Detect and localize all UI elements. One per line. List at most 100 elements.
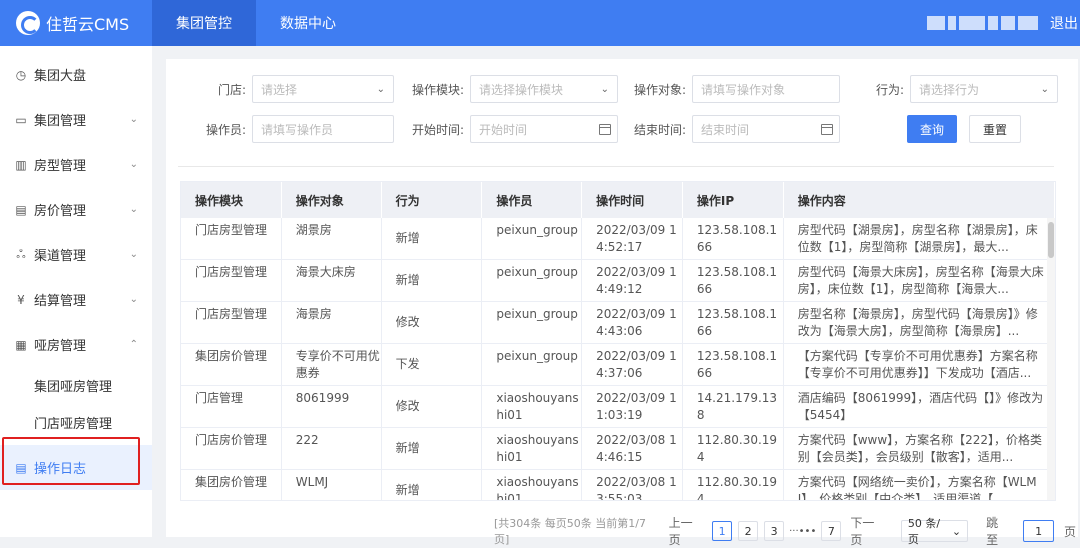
page-ellipsis[interactable]: ···••• (789, 526, 816, 537)
page-3-button[interactable]: 3 (764, 521, 785, 541)
app-logo[interactable]: 住哲云CMS (0, 0, 152, 46)
module-select[interactable]: 请选择操作模块 ⌄ (470, 75, 618, 103)
sidebar-item-settlement[interactable]: ¥ 结算管理 ⌄ (0, 277, 152, 322)
cell-text: 112.80.30.194 (696, 433, 778, 464)
target-cell: WLMJ (282, 470, 382, 500)
ip-cell: 123.58.108.166 (683, 260, 784, 301)
target-input[interactable]: 请填写操作对象 (692, 75, 840, 103)
cell-text: 2022/03/09 14:43:06 (596, 307, 677, 338)
user-info-blurred[interactable] (927, 16, 1042, 30)
ip-cell: 112.80.30.194 (683, 470, 784, 500)
table-row[interactable]: 门店房型管理 海景房 修改 peixun_group 2022/03/09 14:43:… (181, 302, 1055, 344)
cell-text: 下发 (395, 357, 420, 371)
cell-text: 2022/03/09 14:52:17 (596, 223, 677, 254)
operator-cell: peixun_group (482, 344, 583, 385)
cell-text: 集团房价管理 (195, 475, 268, 489)
prev-page-button[interactable]: 上一页 (669, 514, 704, 548)
search-button[interactable]: 查询 (907, 115, 957, 143)
sidebar-item-operation-log[interactable]: ▤ 操作日志 (0, 445, 152, 490)
action-cell: 修改 (382, 386, 483, 427)
cell-text: 【方案代码【专享价不可用优惠券】方案名称【专享价不可用优惠券】】下发成功【酒店.… (797, 349, 1038, 380)
cell-text: 2022/03/09 14:49:12 (596, 265, 677, 296)
table-row[interactable]: 门店房型管理 湖景房 新增 peixun_group 2022/03/09 14:52:… (181, 218, 1055, 260)
sidebar-item-group-dashboard[interactable]: ◷ 集团大盘 (0, 52, 152, 97)
content-cell: 酒店编码【8061999】，酒店代码【】》修改为【5454】 (784, 386, 1055, 427)
content-cell: 【方案代码【专享价不可用优惠券】方案名称【专享价不可用优惠券】】下发成功【酒店.… (784, 344, 1055, 385)
sidebar-item-dummy-room[interactable]: ▦ 哑房管理 ⌃ (0, 322, 152, 367)
time-cell: 2022/03/08 13:55:03 (582, 470, 683, 500)
module-cell: 门店管理 (181, 386, 282, 427)
table-body: 门店房型管理 湖景房 新增 peixun_group 2022/03/09 14:52:… (181, 218, 1055, 501)
sidebar-item-group-management[interactable]: ▭ 集团管理 ⌄ (0, 97, 152, 142)
sidebar-subitem-store-dummy-room[interactable]: 门店哑房管理 (0, 404, 152, 441)
chevron-down-icon: ⌄ (129, 249, 138, 260)
chevron-down-icon: ⌄ (129, 294, 138, 305)
cell-text: 酒店编码【8061999】，酒店代码【】》修改为【5454】 (797, 391, 1044, 422)
page-size-select[interactable]: 50 条/页 ⌄ (900, 517, 969, 546)
reset-button[interactable]: 重置 (969, 115, 1021, 143)
sidebar-item-label: 渠道管理 (34, 249, 87, 264)
column-header: 操作对象 (282, 182, 382, 218)
cell-text: xiaoshouyanshi01 (496, 391, 579, 422)
operator-cell: peixun_group (482, 260, 583, 301)
table-scrollbar[interactable] (1047, 218, 1055, 500)
cell-text: 123.58.108.166 (696, 265, 778, 296)
target-cell: 海景房 (282, 302, 382, 343)
log-table: 操作模块 操作对象 行为 操作员 操作时间 操作IP 操作内容 门店房型管理 湖景… (180, 181, 1056, 501)
sidebar-subitem-group-dummy-room[interactable]: 集团哑房管理 (0, 367, 152, 404)
start-time-picker[interactable]: 开始时间 (470, 115, 618, 143)
app-title: 住哲云CMS (46, 15, 130, 34)
module-cell: 集团房价管理 (181, 344, 282, 385)
table-row[interactable]: 集团房价管理 WLMJ 新增 xiaoshouyanshi01 2022/03/08 1… (181, 470, 1055, 501)
content-cell: 房型名称【海景房】，房型代码【海景房】》修改为【海景大房】，房型简称【海景房】.… (784, 302, 1055, 343)
cell-text: 集团房价管理 (195, 349, 268, 363)
sidebar-item-room-price[interactable]: ▤ 房价管理 ⌄ (0, 187, 152, 232)
page-last-button[interactable]: 7 (821, 521, 842, 541)
module-cell: 门店房型管理 (181, 260, 282, 301)
building-icon: ▥ (15, 157, 27, 172)
sidebar: ◷ 集团大盘 ▭ 集团管理 ⌄ ▥ 房型管理 ⌄ ▤ 房价管理 ⌄ ஃ 渠道管理… (0, 46, 152, 537)
table-row[interactable]: 门店房型管理 海景大床房 新增 peixun_group 2022/03/09 14:4… (181, 260, 1055, 302)
page-2-button[interactable]: 2 (738, 521, 759, 541)
cell-text: peixun_group (496, 307, 578, 321)
jump-page-input[interactable]: 1 (1023, 520, 1054, 542)
end-time-picker[interactable]: 结束时间 (692, 115, 840, 143)
column-header: 操作内容 (784, 182, 1055, 218)
tab-group-control[interactable]: 集团管控 (152, 0, 256, 46)
tab-data-center[interactable]: 数据中心 (256, 0, 360, 46)
end-time-label: 结束时间: (633, 122, 686, 137)
content-cell: 方案代码【www】，方案名称【222】，价格类别【会员类】，会员级别【散客】，适… (784, 428, 1055, 469)
main-content: 门店: 请选择 ⌄ 操作模块: 请选择操作模块 ⌄ 操作对象: 请填写操作对象 … (152, 46, 1080, 547)
chevron-up-icon: ⌃ (129, 339, 138, 350)
target-cell: 222 (282, 428, 382, 469)
table-row[interactable]: 门店管理 8061999 修改 xiaoshouyanshi01 2022/03/09 … (181, 386, 1055, 428)
pagination-summary: [共304条 每页50条 当前第1/7页] (494, 517, 646, 546)
operator-cell: peixun_group (482, 302, 583, 343)
cell-text: 新增 (395, 483, 420, 497)
action-cell: 新增 (382, 218, 483, 259)
action-select[interactable]: 请选择行为 ⌄ (910, 75, 1058, 103)
cell-text: 房型代码【海景大床房】，房型名称【海景大床房】，床位数【1】，房型简称【海景大.… (797, 265, 1044, 296)
logout-link[interactable]: 退出 (1050, 13, 1080, 33)
table-row[interactable]: 门店房价管理 222 新增 xiaoshouyanshi01 2022/03/08 14… (181, 428, 1055, 470)
operator-input[interactable]: 请填写操作员 (252, 115, 394, 143)
table-row[interactable]: 集团房价管理 专享价不可用优惠券 下发 peixun_group 2022/03/09 … (181, 344, 1055, 386)
target-cell: 专享价不可用优惠券 (282, 344, 382, 385)
pagination: [共304条 每页50条 当前第1/7页] 上一页 1 2 3 ···••• 7… (494, 516, 1078, 547)
cell-text: 新增 (395, 231, 420, 245)
action-label: 行为: (875, 82, 904, 97)
page-1-button[interactable]: 1 (712, 521, 733, 541)
cell-text: xiaoshouyanshi01 (496, 475, 579, 501)
sidebar-item-room-type[interactable]: ▥ 房型管理 ⌄ (0, 142, 152, 187)
next-page-button[interactable]: 下一页 (850, 514, 885, 548)
cell-text: 专享价不可用优惠券 (295, 349, 380, 380)
column-header: 行为 (382, 182, 483, 218)
operator-cell: peixun_group (482, 218, 583, 259)
cell-text: 房型名称【海景房】，房型代码【海景房】》修改为【海景大房】，房型简称【海景房】.… (797, 307, 1038, 338)
time-cell: 2022/03/08 14:46:15 (582, 428, 683, 469)
store-select[interactable]: 请选择 ⌄ (252, 75, 394, 103)
action-cell: 下发 (382, 344, 483, 385)
target-cell: 海景大床房 (282, 260, 382, 301)
cell-text: 123.58.108.166 (696, 349, 778, 380)
sidebar-item-channel[interactable]: ஃ 渠道管理 ⌄ (0, 232, 152, 277)
